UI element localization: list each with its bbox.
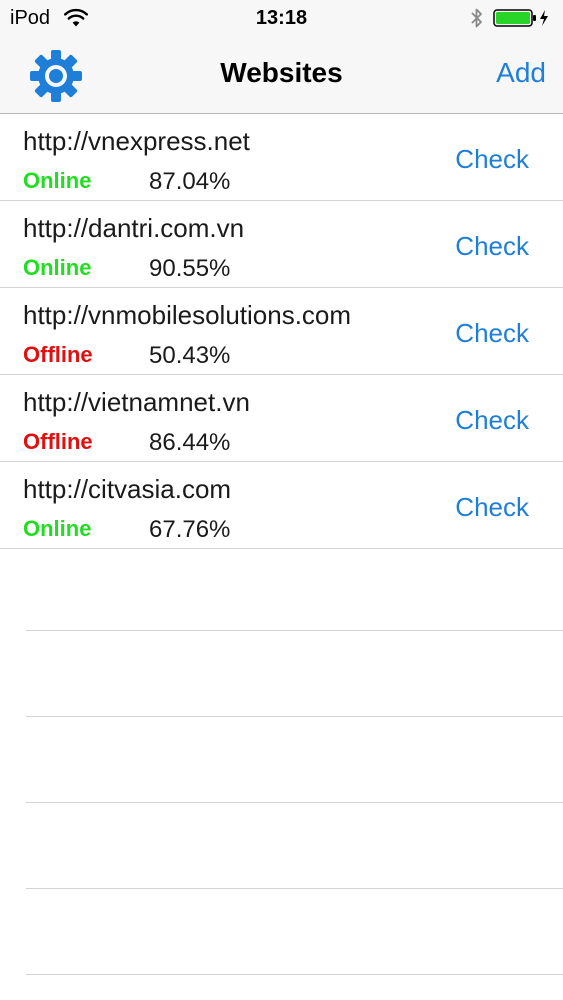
battery-charging-icon — [493, 9, 548, 27]
check-button[interactable]: Check — [455, 144, 529, 175]
top-bar: iPod 13:18 Websites Add — [0, 0, 563, 114]
website-url: http://citvasia.com — [23, 474, 232, 504]
list-item[interactable]: http://citvasia.com Online 67.76% Check — [0, 462, 563, 549]
page-title: Websites — [220, 57, 343, 88]
list-item[interactable]: http://dantri.com.vn Online 90.55% Check — [0, 201, 563, 288]
app-screen: iPod 13:18 Websites Add http://vnexpress… — [0, 0, 563, 1000]
website-list: http://vnexpress.net Online 87.04% Check… — [0, 114, 563, 549]
status-label: Online — [23, 255, 92, 280]
add-button[interactable]: Add — [496, 57, 546, 89]
empty-row-divider — [26, 888, 563, 889]
list-item[interactable]: http://vnmobilesolutions.com Offline 50.… — [0, 288, 563, 375]
check-button[interactable]: Check — [455, 492, 529, 523]
website-url: http://vnexpress.net — [23, 126, 250, 156]
check-button[interactable]: Check — [455, 405, 529, 436]
status-bar: iPod 13:18 — [0, 0, 563, 40]
empty-row-divider — [26, 630, 563, 631]
uptime-percent: 67.76% — [149, 516, 231, 543]
uptime-percent: 86.44% — [149, 429, 231, 456]
list-item[interactable]: http://vnexpress.net Online 87.04% Check — [0, 114, 563, 201]
uptime-percent: 87.04% — [149, 168, 231, 195]
website-url: http://vnmobilesolutions.com — [23, 300, 352, 330]
empty-row-divider — [26, 716, 563, 717]
uptime-percent: 90.55% — [149, 255, 231, 282]
status-label: Online — [23, 168, 92, 193]
bluetooth-icon — [471, 8, 482, 28]
uptime-percent: 50.43% — [149, 342, 231, 369]
empty-row-divider — [26, 802, 563, 803]
list-item[interactable]: http://vietnamnet.vn Offline 86.44% Chec… — [0, 375, 563, 462]
status-label: Online — [23, 516, 92, 541]
website-url: http://dantri.com.vn — [23, 213, 245, 243]
empty-row-divider — [26, 974, 563, 975]
website-url: http://vietnamnet.vn — [23, 387, 250, 417]
check-button[interactable]: Check — [455, 231, 529, 262]
status-label: Offline — [23, 342, 93, 367]
check-button[interactable]: Check — [455, 318, 529, 349]
navigation-bar: Websites Add — [0, 40, 563, 113]
status-label: Offline — [23, 429, 93, 454]
